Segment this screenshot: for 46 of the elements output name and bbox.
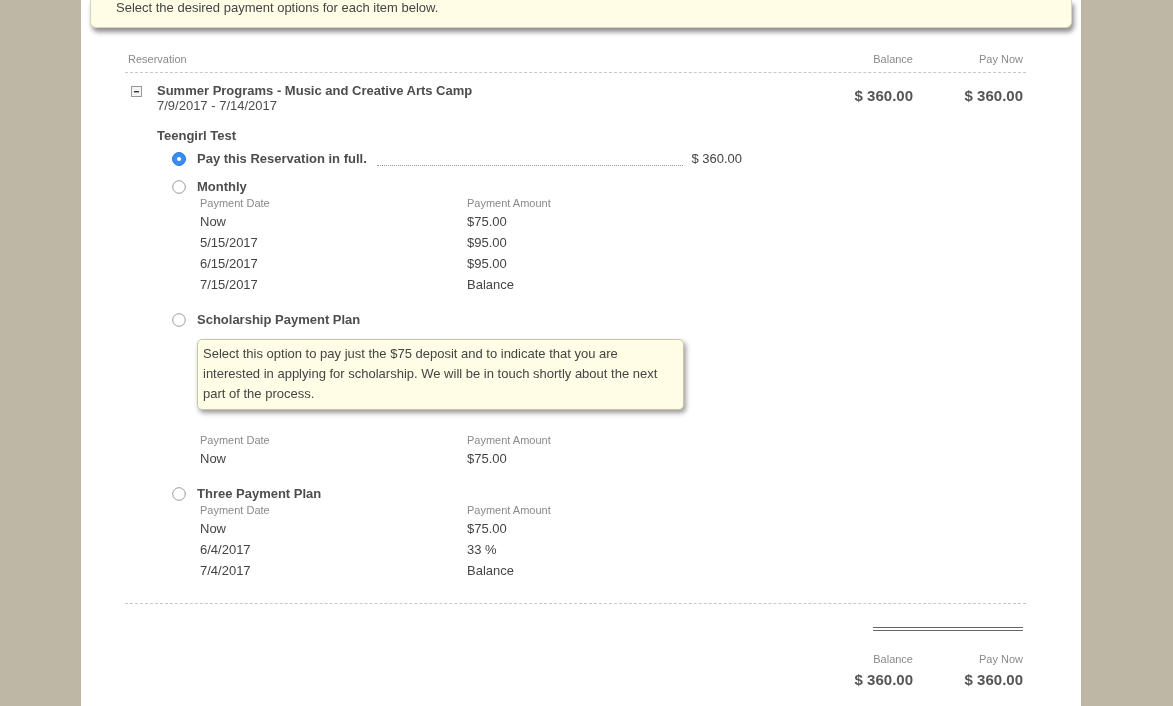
schedule-cell-text: $75.00 [467, 450, 507, 468]
schedule-cell-text: $95.00 [467, 255, 507, 273]
schedule-cell-text: Balance [467, 276, 514, 294]
schedule-header: Payment Amount [467, 433, 551, 448]
schedule-cell-text: Balance [467, 562, 514, 580]
reservation-title: Summer Programs - Music and Creative Arts Camp [157, 84, 474, 98]
schedule-cell-text: 6/4/2017 [200, 541, 252, 559]
schedule-header: Payment Amount [467, 196, 551, 211]
radio-button[interactable] [172, 152, 186, 166]
column-header: Reservation [128, 52, 188, 66]
schedule-cell-text: 7/15/2017 [200, 276, 259, 294]
radio-button[interactable] [172, 487, 186, 501]
total-label: Balance [873, 653, 913, 665]
radio-button[interactable] [172, 313, 186, 327]
participant-name: Teengirl Test [157, 128, 237, 144]
total-amount: $ 360.00 [964, 671, 1023, 688]
balance-amount: $ 360.00 [854, 87, 913, 104]
schedule-cell-text: 6/15/2017 [200, 255, 259, 273]
column-header: Balance [872, 52, 913, 66]
total-amount: $ 360.00 [854, 671, 913, 688]
schedule-header: Payment Date [200, 196, 271, 211]
schedule-cell-text: Now [200, 450, 227, 468]
schedule-cell-text: $75.00 [467, 520, 507, 538]
schedule-cell-text: $75.00 [467, 213, 507, 231]
schedule-cell-text: Now [200, 520, 227, 538]
option-label: Pay this Reservation in full. [197, 150, 367, 168]
option-label: Three Payment Plan [197, 485, 323, 503]
option-label: Scholarship Payment Plan [197, 311, 362, 329]
radio-button[interactable] [172, 180, 186, 194]
schedule-header: Payment Date [200, 503, 271, 518]
total-label: Pay Now [978, 653, 1023, 665]
collapse-icon[interactable] [131, 86, 142, 97]
info-note: Select this option to pay just the $75 deposit and to indicate that you are interested in applying for scholarship. We will be in touch shortly about the next part of the process. [197, 339, 684, 410]
schedule-header: Payment Date [200, 433, 271, 448]
schedule-cell-text: 5/15/2017 [200, 234, 259, 252]
reservation-dates: 7/9/2017 - 7/14/2017 [157, 98, 278, 113]
instruction-text: Select the desired payment options for each item below. [116, 0, 439, 15]
schedule-header: Payment Amount [467, 503, 551, 518]
column-header: Pay Now [977, 52, 1023, 66]
schedule-cell-text: Now [200, 213, 227, 231]
schedule-cell-text: 33 % [467, 541, 497, 559]
schedule-cell-text: 7/4/2017 [200, 562, 252, 580]
schedule-cell-text: $95.00 [467, 234, 507, 252]
option-amount: $ 360.00 [691, 150, 742, 168]
option-label: Monthly [197, 178, 248, 196]
pay-now-amount: $ 360.00 [964, 87, 1023, 104]
